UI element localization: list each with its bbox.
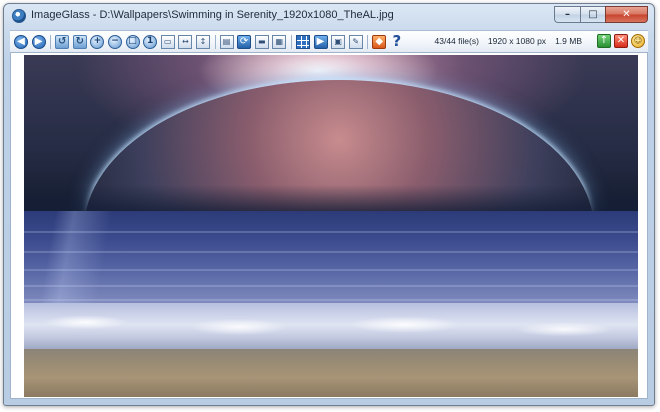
sea-wave-line [24,251,638,253]
sea-wave-line [24,299,638,301]
set-wallpaper-icon[interactable]: ▦ [272,34,287,49]
toolbar-separator [290,34,292,49]
forward-icon[interactable]: ▶ [31,34,46,49]
file-count-label: 43/44 file(s) [434,36,479,46]
maximize-button[interactable]: □ [580,6,605,23]
image-foam [24,303,638,351]
displayed-image[interactable] [24,55,638,397]
toolbar: ◀ ▶ ↺ ↻ + − □ 1 ▭ ↔ ↕ ▤ ⟳ ▬ ▦ ▶ ▣ ✎ ◆ ? [10,30,648,52]
help-icon[interactable]: ? [390,34,404,49]
print-icon[interactable]: ▬ [254,34,269,49]
caption-buttons: – □ ✕ [554,6,648,24]
back-icon[interactable]: ◀ [14,34,28,49]
scale-to-height-icon[interactable]: ↕ [195,34,210,49]
scale-to-width-icon[interactable]: ↔ [178,34,193,49]
file-size-label: 1.9 MB [555,36,582,46]
zoom-lock-icon[interactable]: ▭ [160,34,175,49]
rotate-right-icon[interactable]: ↻ [72,34,87,49]
slideshow-icon[interactable]: ▶ [313,34,328,49]
image-dimensions-label: 1920 x 1080 px [487,36,547,46]
app-window: ImageGlass - D:\Wallpapers\Swimming in S… [3,3,655,406]
open-file-icon[interactable]: ▤ [219,34,234,49]
zoom-to-fit-icon[interactable]: □ [125,34,140,49]
toolbar-icons: ◀ ▶ ↺ ↻ + − □ 1 ▭ ↔ ↕ ▤ ⟳ ▬ ▦ ▶ ▣ ✎ ◆ ? [14,33,407,50]
upload-icon[interactable]: ↑ [597,34,611,48]
toolbar-right-icons: ↑ ✕ ☺ [597,34,645,48]
toolbar-separator [214,34,216,49]
thumbnail-bar-icon[interactable] [295,34,310,49]
rotate-left-icon[interactable]: ↺ [55,34,70,49]
image-info-status: 43/44 file(s) 1920 x 1080 px 1.9 MB [435,36,583,46]
actual-size-icon[interactable]: 1 [143,34,158,49]
report-icon[interactable]: ✕ [614,34,628,48]
plugin-icon[interactable]: ◆ [372,34,387,49]
feedback-smile-icon[interactable]: ☺ [631,34,645,48]
title-bar[interactable]: ImageGlass - D:\Wallpapers\Swimming in S… [4,4,654,28]
extract-frames-icon[interactable]: ▣ [331,34,346,49]
sea-wave-line [24,269,638,271]
toolbar-separator [50,34,52,49]
toolbar-separator [367,34,369,49]
image-sand [24,349,638,397]
window-title: ImageGlass - D:\Wallpapers\Swimming in S… [31,9,394,21]
imageglass-app-icon[interactable] [12,9,26,23]
sea-wave-line [24,231,638,233]
refresh-icon[interactable]: ⟳ [237,34,252,49]
minimize-button[interactable]: – [554,6,580,23]
sea-wave-line [24,285,638,287]
zoom-in-icon[interactable]: + [90,34,105,49]
settings-icon[interactable]: ✎ [348,34,363,49]
image-viewer-area[interactable] [10,52,648,399]
close-button[interactable]: ✕ [605,6,648,23]
zoom-out-icon[interactable]: − [107,34,122,49]
